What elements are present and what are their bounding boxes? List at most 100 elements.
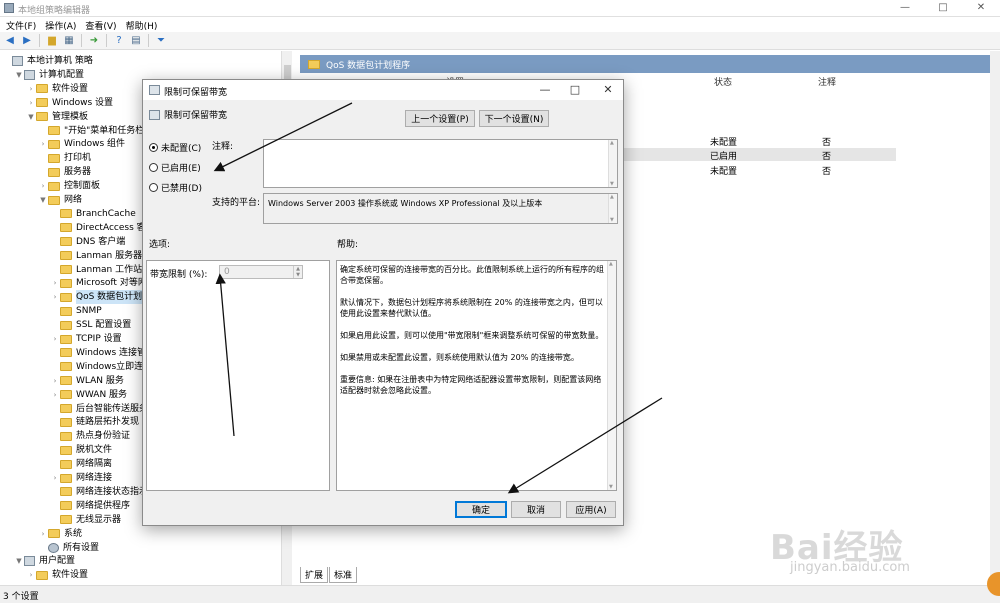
menu-action[interactable]: 操作(A) bbox=[45, 17, 85, 32]
tree-item[interactable]: › QoS 数据包计划程 bbox=[50, 290, 152, 305]
chevron-right-icon[interactable]: › bbox=[26, 96, 36, 110]
dialog-minimize-button[interactable]: — bbox=[535, 83, 555, 96]
tree-item[interactable]: Lanman 工作站 bbox=[50, 263, 142, 277]
chevron-right-icon[interactable]: › bbox=[38, 527, 48, 541]
properties-icon[interactable]: ▤ bbox=[129, 34, 143, 48]
tree-item[interactable]: SSL 配置设置 bbox=[50, 318, 131, 332]
tree-item[interactable]: › 系统 bbox=[38, 527, 82, 541]
radio-not-configured[interactable]: 未配置(C) bbox=[149, 141, 201, 154]
tree-item[interactable]: 无线显示器 bbox=[50, 513, 121, 527]
tree-item[interactable]: ▼ 网络 bbox=[38, 193, 82, 207]
tree-item[interactable]: DirectAccess 客户 bbox=[50, 221, 155, 235]
filter-icon[interactable]: ⏷ bbox=[154, 34, 168, 48]
tree-item[interactable]: Windows立即连接 bbox=[50, 360, 152, 374]
tree-item[interactable]: BranchCache bbox=[50, 207, 136, 221]
chevron-right-icon[interactable]: › bbox=[38, 137, 48, 151]
previous-setting-button[interactable]: 上一个设置(P) bbox=[405, 110, 475, 127]
next-setting-button[interactable]: 下一个设置(N) bbox=[479, 110, 549, 127]
chevron-right-icon[interactable]: › bbox=[50, 332, 60, 346]
tab-extended[interactable]: 扩展 bbox=[300, 567, 329, 583]
tree-item[interactable]: › Windows 组件 bbox=[38, 137, 125, 151]
tree-item[interactable]: › WWAN 服务 bbox=[50, 388, 127, 402]
tree-item[interactable]: › WLAN 服务 bbox=[50, 374, 124, 388]
watermark-url: jingyan.baidu.com bbox=[790, 560, 910, 575]
tree-item[interactable]: 打印机 bbox=[38, 151, 91, 165]
tree-item[interactable]: 网络连接状态指示器 bbox=[50, 485, 157, 499]
tree-item[interactable]: SNMP bbox=[50, 304, 102, 318]
show-hide-tree-icon[interactable]: ▦ bbox=[62, 34, 76, 48]
tree-item[interactable]: ▼ 计算机配置 bbox=[14, 68, 84, 82]
radio-enabled[interactable]: 已启用(E) bbox=[149, 161, 201, 174]
chevron-right-icon[interactable]: › bbox=[50, 290, 60, 304]
chevron-down-icon[interactable]: ▼ bbox=[38, 193, 48, 207]
apply-button[interactable]: 应用(A) bbox=[566, 501, 616, 518]
back-arrow-icon[interactable]: ◀ bbox=[3, 34, 17, 48]
tree-item[interactable]: › Microsoft 对等网 bbox=[50, 276, 147, 290]
ok-button[interactable]: 确定 bbox=[455, 501, 507, 518]
dialog-maximize-button[interactable]: □ bbox=[565, 83, 585, 96]
tree-item[interactable]: 网络隔离 bbox=[50, 457, 112, 471]
export-list-icon[interactable]: ➜ bbox=[87, 34, 101, 48]
row-1-state[interactable]: 未配置 bbox=[710, 135, 737, 148]
spinner-arrows-icon[interactable]: ▲ ▼ bbox=[293, 266, 302, 278]
chevron-right-icon[interactable]: › bbox=[50, 276, 60, 290]
tree-item[interactable]: › 控制面板 bbox=[38, 179, 100, 193]
tree-item[interactable]: ▼ 用户配置 bbox=[14, 554, 75, 568]
tree-item[interactable]: Windows 连接管理 bbox=[50, 346, 155, 360]
tree-item[interactable]: ▼ 管理模板 bbox=[26, 110, 88, 124]
column-comment[interactable]: 注释 bbox=[818, 75, 836, 88]
tree-item[interactable]: 所有设置 bbox=[38, 541, 99, 555]
tree-item[interactable]: 热点身份验证 bbox=[50, 429, 130, 443]
menu-help[interactable]: 帮助(H) bbox=[126, 17, 167, 32]
chevron-right-icon[interactable]: › bbox=[50, 471, 60, 485]
tree-item-label: 管理模板 bbox=[52, 111, 89, 122]
chevron-right-icon[interactable]: › bbox=[38, 179, 48, 193]
column-state[interactable]: 状态 bbox=[714, 75, 732, 88]
tree-item[interactable]: 链路层拓扑发现 bbox=[50, 415, 139, 429]
tree-item[interactable]: › 软件设置 bbox=[26, 82, 88, 96]
row-3-comment[interactable]: 否 bbox=[822, 164, 831, 177]
tree-item[interactable]: 本地计算机 策略 bbox=[2, 54, 93, 68]
tree-item[interactable]: › TCPIP 设置 bbox=[50, 332, 122, 346]
dialog-title: 限制可保留带宽 bbox=[164, 88, 228, 98]
computer-icon bbox=[24, 69, 35, 80]
tree-item[interactable]: "开始"菜单和任务栏 bbox=[38, 124, 144, 138]
forward-arrow-icon[interactable]: ▶ bbox=[20, 34, 34, 48]
cancel-button[interactable]: 取消 bbox=[511, 501, 561, 518]
minimize-button[interactable]: — bbox=[886, 0, 924, 17]
help-panel: 确定系统可保留的连接带宽的百分比。此值限制系统上运行的所有程序的组合带宽保留。 … bbox=[336, 260, 617, 491]
tree-item-label: 系统 bbox=[64, 528, 83, 539]
tree-item[interactable]: › 软件设置 bbox=[26, 568, 88, 582]
up-folder-icon[interactable]: ▆ bbox=[45, 34, 59, 48]
tree-item[interactable]: DNS 客户端 bbox=[50, 235, 125, 249]
dialog-close-button[interactable]: ✕ bbox=[598, 83, 618, 96]
close-button[interactable]: ✕ bbox=[962, 0, 1000, 17]
chevron-right-icon[interactable]: › bbox=[50, 374, 60, 388]
help-icon[interactable]: ? bbox=[112, 34, 126, 48]
chevron-down-icon[interactable]: ▼ bbox=[14, 554, 24, 568]
bandwidth-limit-spinner[interactable]: 0 ▲ ▼ bbox=[219, 265, 303, 279]
tree-item[interactable]: 网络提供程序 bbox=[50, 499, 130, 513]
row-2-state[interactable]: 已启用 bbox=[710, 149, 737, 162]
chevron-down-icon[interactable]: ▼ bbox=[14, 68, 24, 82]
menu-file[interactable]: 文件(F) bbox=[6, 17, 45, 32]
settings-scrollbar[interactable] bbox=[990, 51, 1000, 585]
tree-item[interactable]: 服务器 bbox=[38, 165, 91, 179]
tree-item[interactable]: › 网络连接 bbox=[50, 471, 112, 485]
chevron-right-icon[interactable]: › bbox=[26, 82, 36, 96]
row-2-comment[interactable]: 否 bbox=[822, 149, 831, 162]
tree-item[interactable]: Lanman 服务器 bbox=[50, 249, 142, 263]
comment-textarea[interactable] bbox=[263, 139, 618, 188]
tab-standard[interactable]: 标准 bbox=[329, 567, 358, 583]
row-3-state[interactable]: 未配置 bbox=[710, 164, 737, 177]
tree-item[interactable]: 后台智能传送服务( bbox=[50, 402, 152, 416]
chevron-right-icon[interactable]: › bbox=[50, 388, 60, 402]
row-1-comment[interactable]: 否 bbox=[822, 135, 831, 148]
radio-disabled[interactable]: 已禁用(D) bbox=[149, 181, 202, 194]
chevron-down-icon[interactable]: ▼ bbox=[26, 110, 36, 124]
tree-item[interactable]: 脱机文件 bbox=[50, 443, 112, 457]
chevron-right-icon[interactable]: › bbox=[26, 568, 36, 582]
menu-view[interactable]: 查看(V) bbox=[85, 17, 125, 32]
maximize-button[interactable]: □ bbox=[924, 0, 962, 17]
tree-item[interactable]: › Windows 设置 bbox=[26, 96, 113, 110]
